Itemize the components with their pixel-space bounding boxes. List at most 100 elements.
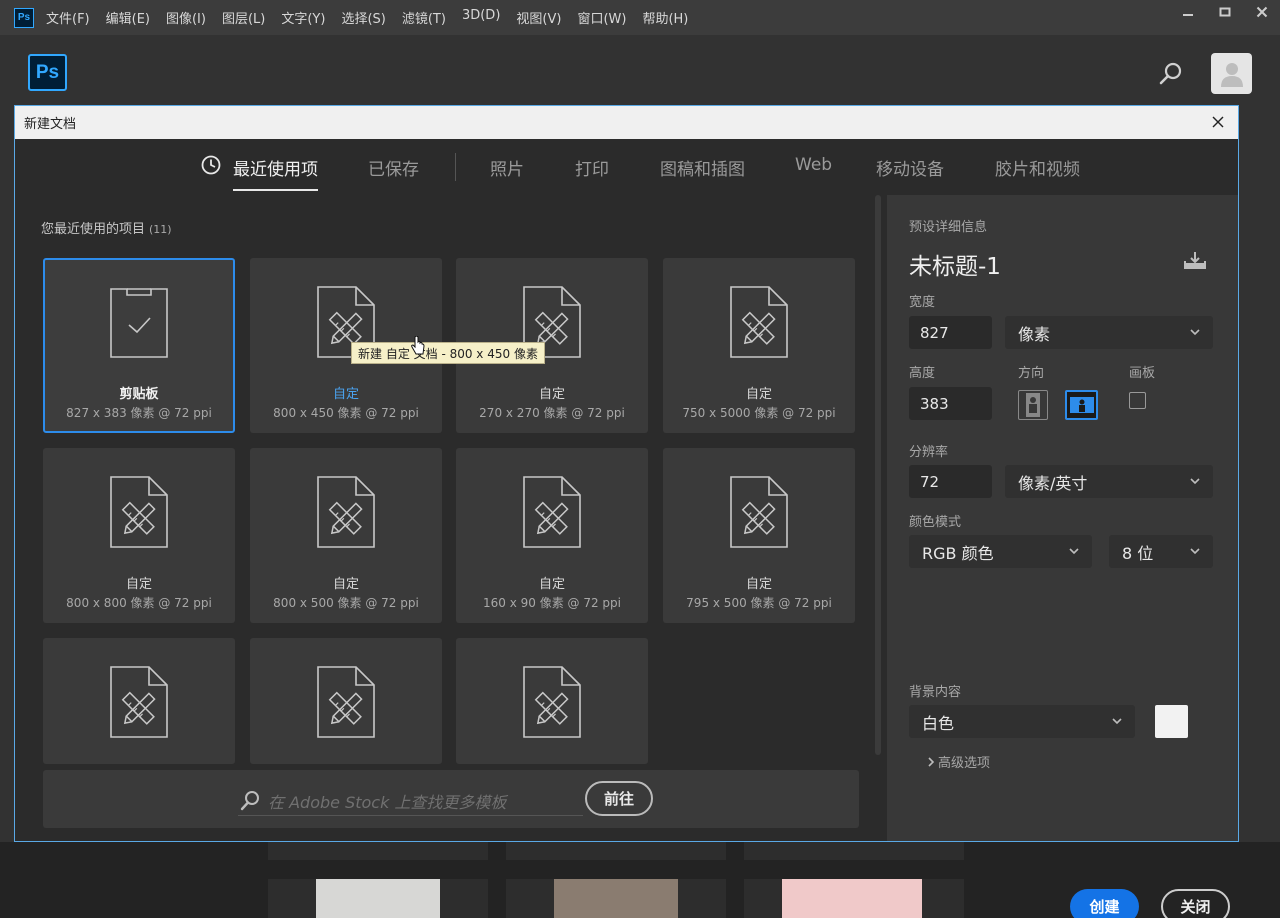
menu-item[interactable]: 文件(F)	[46, 8, 90, 27]
preset-name: 自定	[745, 577, 772, 592]
dialog-titlebar: 新建文档	[15, 106, 1238, 139]
tab-saved[interactable]: 已保存	[368, 155, 419, 180]
bit-depth-select[interactable]: 8 位	[1109, 535, 1213, 568]
workspace-thumb-slot	[268, 842, 488, 860]
preset-name: 剪贴板	[119, 387, 159, 402]
go-button[interactable]: 前往	[585, 781, 653, 816]
document-pencil-ruler-icon	[522, 665, 582, 739]
app-header: Ps	[0, 35, 1280, 105]
chevron-right-icon	[928, 756, 935, 767]
document-pencil-ruler-icon	[522, 475, 582, 549]
chevron-down-icon	[1190, 329, 1200, 336]
preset-name: 自定	[332, 577, 359, 592]
active-tab-indicator	[233, 189, 318, 191]
resolution-input[interactable]: 72	[909, 465, 992, 498]
artboard-checkbox[interactable]	[1129, 392, 1146, 409]
chevron-down-icon	[1069, 548, 1079, 555]
tab-recent[interactable]: 最近使用项	[233, 155, 318, 180]
stock-search-input[interactable]: 在 Adobe Stock 上查找更多模板	[268, 789, 506, 813]
search-icon	[239, 790, 261, 816]
preset-dimensions: 750 x 5000 像素 @ 72 ppi	[682, 406, 836, 420]
preset-scrollbar[interactable]	[875, 195, 881, 755]
landscape-orientation-icon[interactable]	[1065, 390, 1098, 420]
preset-name: 自定	[745, 387, 772, 402]
document-pencil-ruler-icon	[729, 475, 789, 549]
chevron-down-icon	[1190, 478, 1200, 485]
preset-card[interactable]: 自定 750 x 5000 像素 @ 72 ppi	[663, 258, 855, 433]
preset-card[interactable]	[456, 638, 648, 764]
document-pencil-ruler-icon	[109, 475, 169, 549]
menu-item[interactable]: 滤镜(T)	[402, 8, 446, 27]
tab-photo[interactable]: 照片	[490, 155, 524, 180]
menu-item[interactable]: 编辑(E)	[106, 8, 150, 27]
search-icon[interactable]	[1157, 60, 1185, 88]
menu-item[interactable]: 视图(V)	[516, 8, 561, 27]
menu-item[interactable]: 文字(Y)	[281, 8, 325, 27]
color-mode-select[interactable]: RGB 颜色	[909, 535, 1092, 568]
preset-dimensions: 827 x 383 像素 @ 72 ppi	[66, 406, 212, 420]
menu-item[interactable]: 3D(D)	[462, 8, 500, 27]
tab-web[interactable]: Web	[795, 155, 832, 175]
recent-file-thumbnail[interactable]	[316, 879, 440, 918]
menu-item[interactable]: 图层(L)	[222, 8, 265, 27]
height-input[interactable]: 383	[909, 387, 992, 420]
user-avatar[interactable]	[1211, 53, 1252, 94]
width-input[interactable]: 827	[909, 316, 992, 349]
portrait-orientation-icon[interactable]	[1018, 390, 1048, 420]
recent-section-title: 您最近使用的项目 (11)	[41, 218, 172, 237]
preset-card[interactable]: 剪贴板 827 x 383 像素 @ 72 ppi	[43, 258, 235, 433]
preset-card[interactable]: 自定 800 x 500 像素 @ 72 ppi	[250, 448, 442, 623]
minimize-icon[interactable]	[1169, 0, 1206, 24]
preset-tabs: 最近使用项 已保存 照片 打印 图稿和插图 Web 移动设备 胶片和视频	[15, 139, 1238, 195]
width-unit-select[interactable]: 像素	[1005, 316, 1213, 349]
preset-card[interactable]: 自定 795 x 500 像素 @ 72 ppi	[663, 448, 855, 623]
width-unit-value: 像素	[1018, 324, 1051, 344]
ps-app-icon[interactable]: Ps	[14, 7, 34, 28]
chevron-down-icon	[1112, 718, 1122, 725]
preset-card[interactable]: 自定 800 x 800 像素 @ 72 ppi	[43, 448, 235, 623]
clock-icon	[201, 155, 221, 175]
background-color-swatch[interactable]	[1155, 705, 1188, 738]
close-window-icon[interactable]	[1243, 0, 1280, 24]
ps-logo[interactable]: Ps	[28, 54, 67, 91]
height-label: 高度	[909, 366, 936, 381]
new-document-dialog: 新建文档 最近使用项 已保存 照片 打印 图稿和插图 Web 移动设备 胶片和视…	[14, 105, 1239, 918]
save-preset-icon[interactable]	[1182, 251, 1208, 275]
menu-item[interactable]: 图像(I)	[166, 8, 206, 27]
preset-details-label: 预设详细信息	[909, 220, 988, 235]
menu-item[interactable]: 选择(S)	[341, 8, 385, 27]
tab-art-illustration[interactable]: 图稿和插图	[660, 155, 745, 180]
resolution-unit-select[interactable]: 像素/英寸	[1005, 465, 1213, 498]
window-controls	[1169, 0, 1280, 24]
menu-item[interactable]: 窗口(W)	[577, 8, 626, 27]
workspace-thumb-slot	[744, 842, 964, 860]
document-pencil-ruler-icon	[109, 665, 169, 739]
advanced-options-toggle[interactable]: 高级选项	[927, 752, 990, 771]
hand-cursor-icon	[410, 335, 426, 360]
preset-dimensions: 800 x 450 像素 @ 72 ppi	[273, 406, 419, 420]
create-button[interactable]: 创建	[1070, 889, 1139, 918]
restore-icon[interactable]	[1206, 0, 1243, 24]
tab-mobile[interactable]: 移动设备	[876, 155, 944, 180]
orientation-label: 方向	[1018, 366, 1045, 381]
background-select[interactable]: 白色	[909, 705, 1135, 738]
recent-file-thumbnail[interactable]	[554, 879, 678, 918]
document-pencil-ruler-icon	[729, 285, 789, 359]
clipboard-icon	[109, 285, 169, 359]
preset-card[interactable]: 自定 160 x 90 像素 @ 72 ppi	[456, 448, 648, 623]
width-label: 宽度	[909, 295, 936, 310]
tab-print[interactable]: 打印	[575, 155, 609, 180]
menu-items: 文件(F) 编辑(E) 图像(I) 图层(L) 文字(Y) 选择(S) 滤镜(T) 3D(D)…	[46, 8, 704, 27]
dialog-close-icon[interactable]	[1208, 112, 1228, 132]
preset-dimensions: 800 x 500 像素 @ 72 ppi	[273, 596, 419, 610]
background-label: 背景内容	[909, 685, 962, 700]
preset-details-pane: 预设详细信息 未标题-1 宽度 827 像素 高度 方向 画板 383 分辨率	[887, 195, 1238, 918]
preset-card[interactable]	[250, 638, 442, 764]
recent-file-thumbnail[interactable]	[782, 879, 922, 918]
preset-card[interactable]	[43, 638, 235, 764]
document-name[interactable]: 未标题-1	[909, 247, 1001, 281]
tab-film-video[interactable]: 胶片和视频	[995, 155, 1080, 180]
menu-item[interactable]: 帮助(H)	[642, 8, 688, 27]
menu-bar: Ps 文件(F) 编辑(E) 图像(I) 图层(L) 文字(Y) 选择(S) 滤镜(T) 3D…	[0, 0, 1280, 35]
close-button[interactable]: 关闭	[1161, 889, 1230, 918]
